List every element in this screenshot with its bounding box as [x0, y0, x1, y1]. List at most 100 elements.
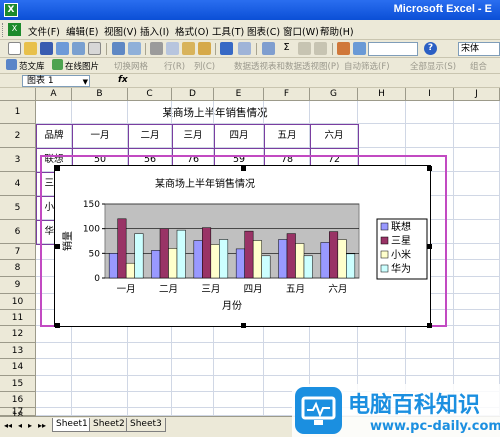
menu-format[interactable]: 格式(O): [175, 24, 209, 38]
chevron-down-icon[interactable]: ▼: [83, 77, 88, 87]
sheet-tab-1[interactable]: Sheet1: [52, 418, 92, 432]
drawing-icon[interactable]: [353, 42, 366, 55]
bar[interactable]: [278, 239, 288, 279]
row-header-16[interactable]: 16: [0, 392, 36, 408]
table-header-cell[interactable]: 二月: [128, 124, 172, 148]
research-icon[interactable]: [128, 42, 141, 55]
legend-entry[interactable]: 华为: [391, 262, 411, 275]
legend-swatch[interactable]: [380, 222, 389, 231]
menu-chart[interactable]: 图表(C): [247, 24, 280, 38]
bar[interactable]: [134, 233, 144, 279]
column-header-D[interactable]: D: [172, 88, 214, 101]
next-sheet-icon[interactable]: ▸: [28, 421, 32, 430]
autofilter-button[interactable]: 自动筛选(F): [344, 60, 390, 72]
table-title[interactable]: 某商场上半年销售情况: [72, 102, 358, 124]
row-header-14[interactable]: 14: [0, 359, 36, 376]
row-header-4[interactable]: 4: [0, 172, 36, 196]
y-tick-label[interactable]: 50: [89, 249, 101, 259]
column-header-J[interactable]: J: [454, 88, 500, 101]
bar[interactable]: [108, 253, 118, 279]
bar[interactable]: [320, 242, 330, 279]
resize-handle[interactable]: [427, 244, 432, 249]
column-header-G[interactable]: G: [310, 88, 358, 101]
row-header-6[interactable]: 6: [0, 220, 36, 244]
column-header-E[interactable]: E: [214, 88, 264, 101]
bar[interactable]: [295, 243, 305, 279]
bar[interactable]: [303, 255, 313, 279]
resize-handle[interactable]: [241, 166, 246, 171]
table-header-cell[interactable]: 三月: [172, 124, 214, 148]
paste-icon[interactable]: [182, 42, 195, 55]
name-box[interactable]: 图表 1 ▼: [22, 75, 90, 87]
chart-wizard-icon[interactable]: [337, 42, 350, 55]
column-header-I[interactable]: I: [406, 88, 454, 101]
online-image-button[interactable]: 在线图片: [65, 60, 99, 72]
row-header-12[interactable]: 12: [0, 326, 36, 343]
x-tick-label[interactable]: 四月: [244, 284, 263, 295]
redo-icon[interactable]: [238, 42, 251, 55]
row-header-2[interactable]: 2: [0, 124, 36, 148]
resize-handle[interactable]: [427, 323, 432, 328]
autosum-icon[interactable]: Σ: [280, 42, 293, 55]
copy-icon[interactable]: [166, 42, 179, 55]
bar[interactable]: [235, 248, 245, 279]
group-button[interactable]: 组合: [470, 60, 487, 72]
x-axis-label[interactable]: 月份: [222, 300, 242, 312]
help-icon[interactable]: ?: [424, 42, 437, 55]
resize-handle[interactable]: [55, 323, 60, 328]
row-header-15[interactable]: 15: [0, 376, 36, 392]
show-all-button[interactable]: 全部显示(S): [410, 60, 456, 72]
document-icon[interactable]: X: [8, 23, 21, 36]
spelling-icon[interactable]: [112, 42, 125, 55]
column-header-A[interactable]: A: [36, 88, 72, 101]
table-header-cell[interactable]: 四月: [214, 124, 264, 148]
row-header-13[interactable]: 13: [0, 343, 36, 359]
column-header-H[interactable]: H: [358, 88, 406, 101]
column-header-F[interactable]: F: [264, 88, 310, 101]
column-button[interactable]: 列(C): [194, 60, 215, 72]
table-header-cell[interactable]: 五月: [264, 124, 310, 148]
format-painter-icon[interactable]: [198, 42, 211, 55]
prev-sheet-icon[interactable]: ◂: [18, 421, 22, 430]
toggle-grid-button[interactable]: 切换网格: [114, 60, 148, 72]
resize-handle[interactable]: [55, 166, 60, 171]
legend-entry[interactable]: 三星: [391, 235, 411, 247]
zoom-select[interactable]: [368, 42, 418, 56]
column-header-B[interactable]: B: [72, 88, 128, 101]
bar[interactable]: [346, 253, 356, 279]
menu-edit[interactable]: 编辑(E): [66, 24, 98, 38]
template-library-icon[interactable]: [6, 59, 17, 70]
row-button[interactable]: 行(R): [164, 60, 185, 72]
row-header-5[interactable]: 5: [0, 196, 36, 220]
bar[interactable]: [219, 239, 229, 279]
bar[interactable]: [261, 255, 271, 279]
row-header-1[interactable]: 1: [0, 101, 36, 124]
x-tick-label[interactable]: 二月: [159, 284, 178, 295]
save-icon[interactable]: [40, 42, 53, 55]
legend-swatch[interactable]: [380, 236, 389, 245]
bar[interactable]: [159, 228, 169, 279]
row-header-3[interactable]: 3: [0, 148, 36, 172]
legend-swatch[interactable]: [380, 264, 389, 273]
resize-handle[interactable]: [241, 323, 246, 328]
first-sheet-icon[interactable]: ◂◂: [4, 421, 12, 430]
menu-view[interactable]: 视图(V): [104, 24, 137, 38]
bar[interactable]: [202, 227, 212, 279]
bar[interactable]: [125, 262, 135, 279]
table-header-cell[interactable]: 一月: [72, 124, 128, 148]
bar[interactable]: [244, 230, 254, 279]
undo-icon[interactable]: [220, 42, 233, 55]
menu-window[interactable]: 窗口(W): [283, 24, 319, 38]
row-header-9[interactable]: 9: [0, 277, 36, 294]
row-header-10[interactable]: 10: [0, 294, 36, 310]
resize-handle[interactable]: [427, 166, 432, 171]
menu-help[interactable]: 帮助(H): [320, 24, 354, 38]
menu-tools[interactable]: 工具(T): [212, 24, 244, 38]
permission-icon[interactable]: [56, 42, 69, 55]
y-tick-label[interactable]: 100: [83, 225, 100, 235]
select-all-corner[interactable]: [0, 88, 36, 101]
menu-file[interactable]: 文件(F): [28, 24, 60, 38]
bar[interactable]: [337, 239, 347, 279]
bar[interactable]: [252, 240, 262, 279]
open-icon[interactable]: [24, 42, 37, 55]
